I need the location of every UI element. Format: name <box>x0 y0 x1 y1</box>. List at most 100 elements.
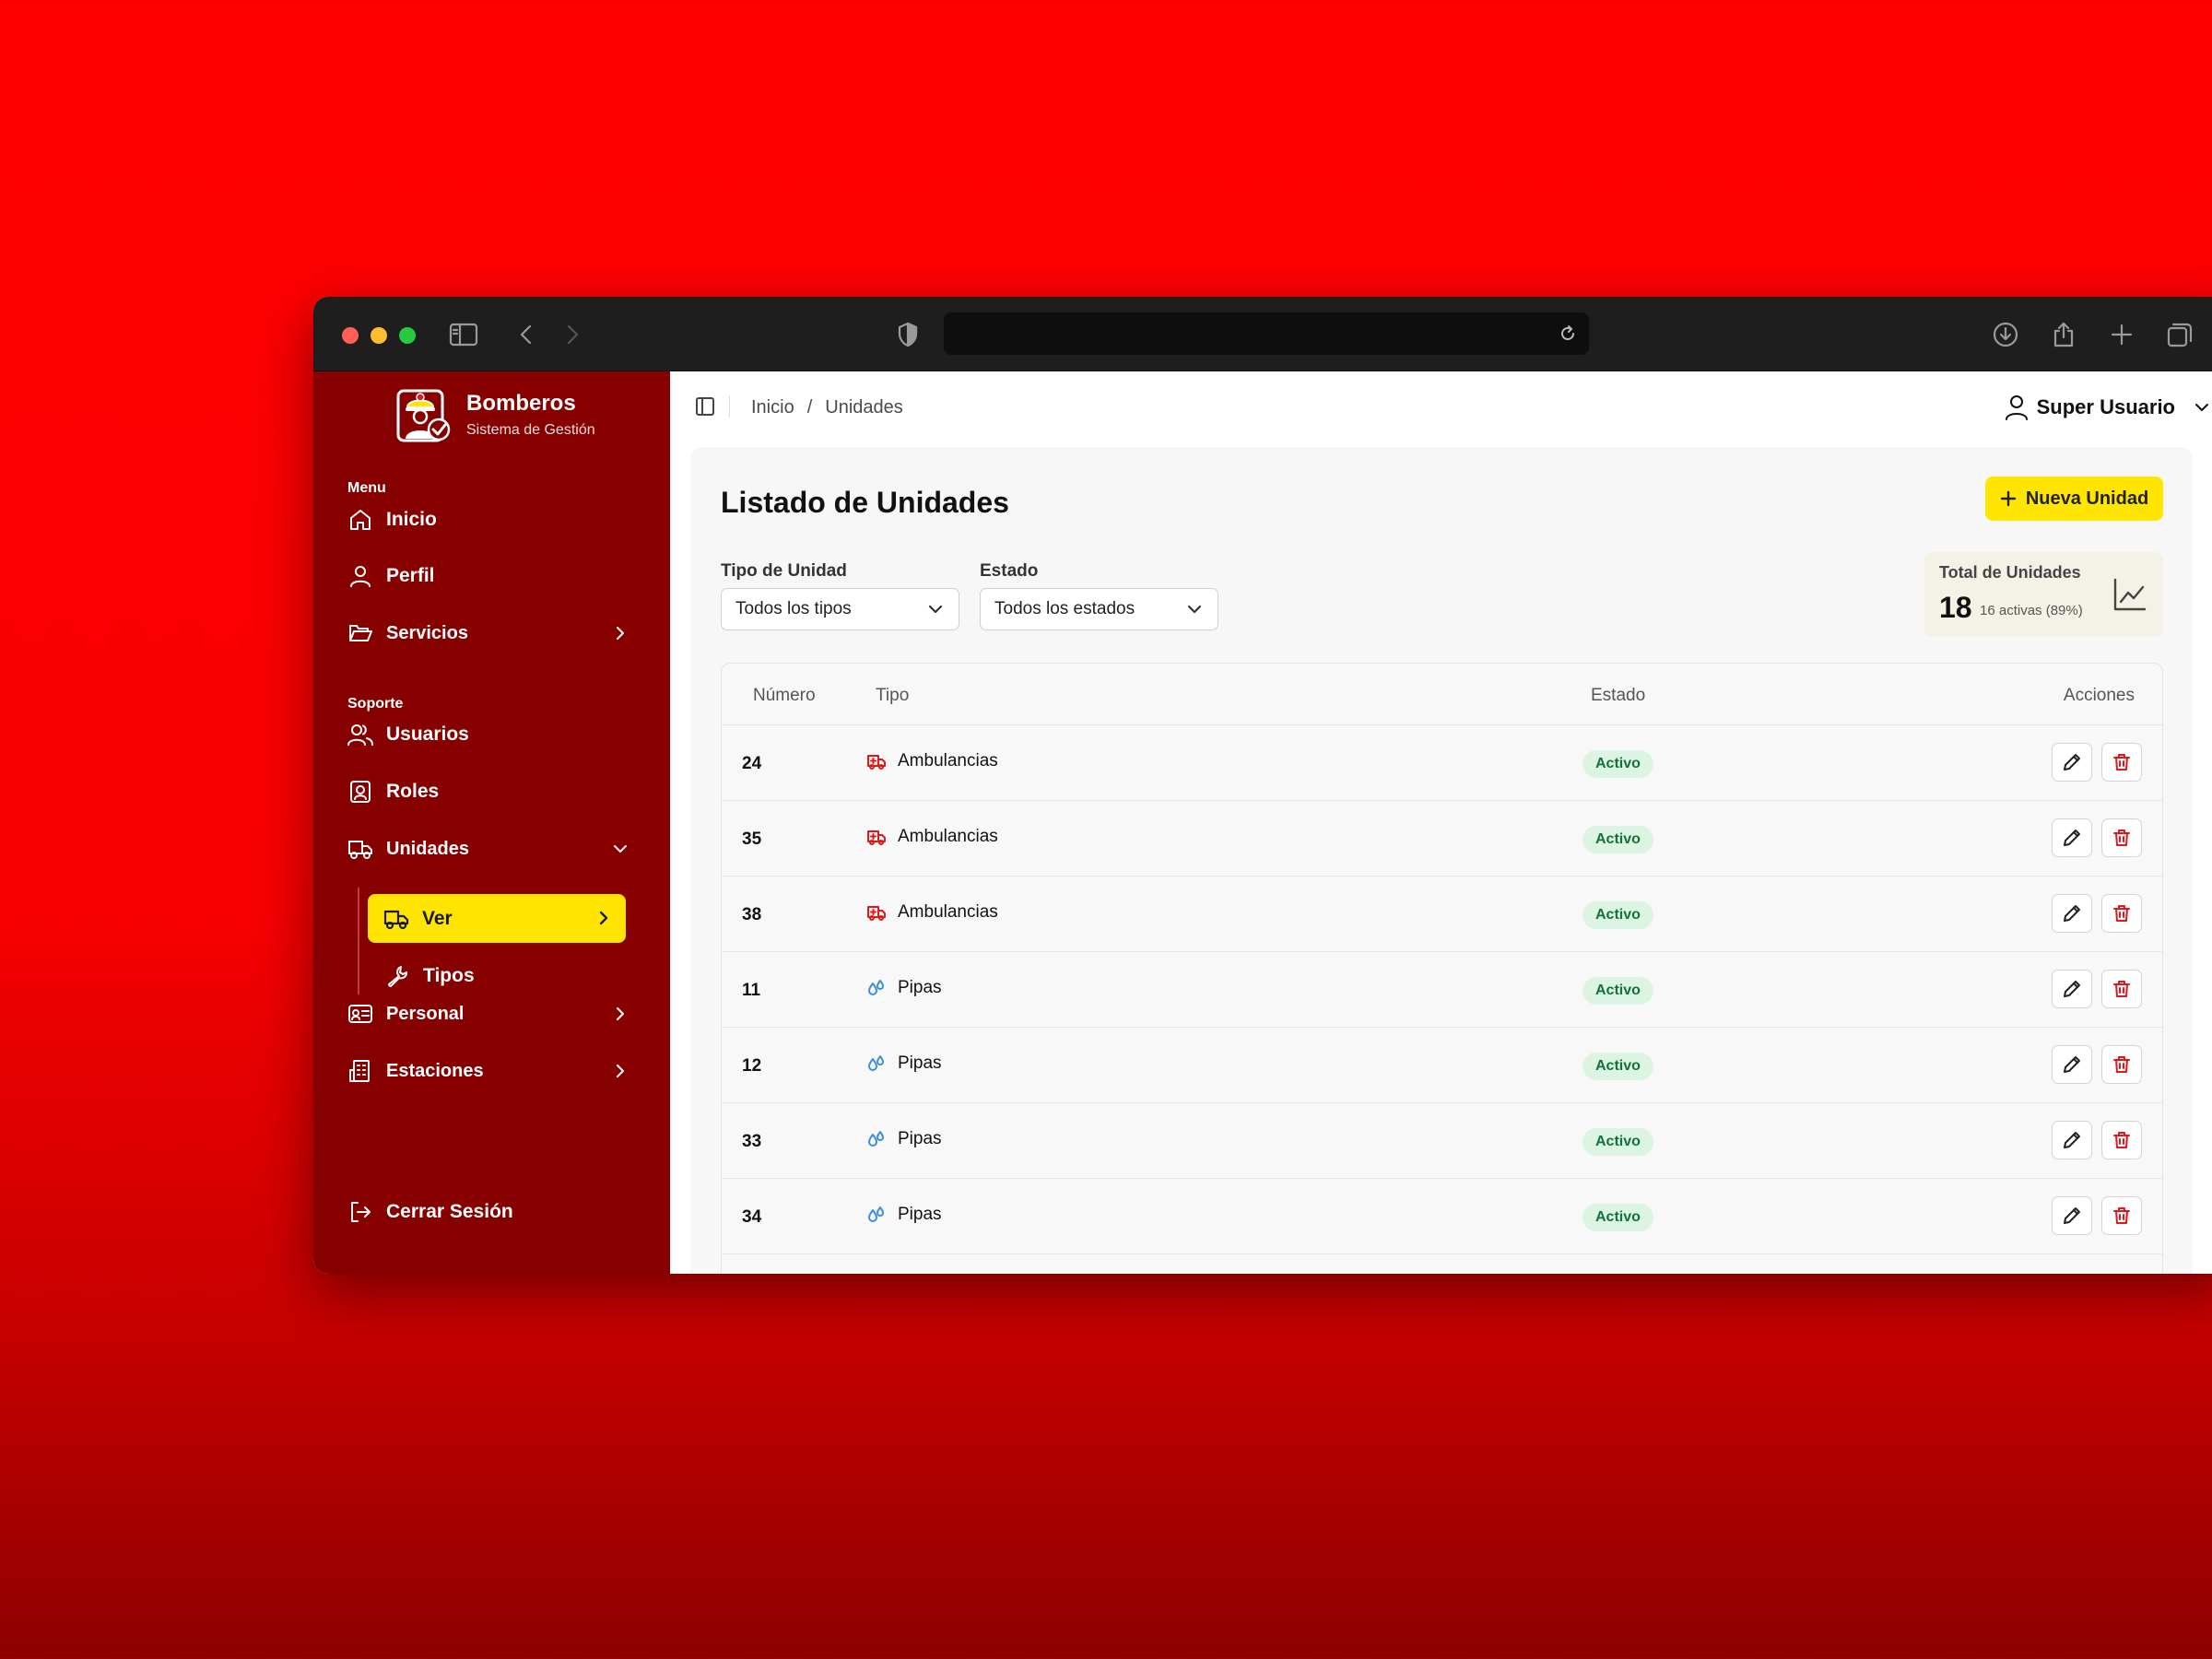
table-row: 12 Pipas Activo <box>722 1028 2162 1103</box>
table-row: 34 Pipas Activo <box>722 1179 2162 1254</box>
edit-button[interactable] <box>2052 743 2092 782</box>
unit-type-label: Ambulancias <box>898 751 998 771</box>
new-unit-label: Nueva Unidad <box>2025 488 2149 509</box>
new-tab-icon[interactable] <box>2104 317 2139 352</box>
delete-button[interactable] <box>2101 894 2142 933</box>
sidebar-item-label: Tipos <box>423 965 475 986</box>
sidebar: Bomberos Sistema de Gestión Menu Inicio … <box>313 371 670 1274</box>
delete-button[interactable] <box>2101 743 2142 782</box>
logout-icon <box>347 1199 373 1225</box>
sidebar-item-roles[interactable]: Roles <box>347 771 633 812</box>
truck-icon <box>347 836 373 862</box>
delete-button[interactable] <box>2101 970 2142 1008</box>
sidebar-item-perfil[interactable]: Perfil <box>347 556 633 596</box>
delete-button[interactable] <box>2101 1121 2142 1159</box>
sidebar-item-unidades[interactable]: Unidades <box>347 829 633 869</box>
user-menu[interactable]: Super Usuario <box>2004 394 2212 421</box>
edit-button[interactable] <box>2052 818 2092 857</box>
breadcrumb-separator: / <box>806 397 813 418</box>
status-badge: Activo <box>1583 750 1653 778</box>
droplets-icon <box>866 1129 887 1149</box>
unit-number: 38 <box>742 905 762 924</box>
edit-button[interactable] <box>2052 1196 2092 1235</box>
units-table: Número Tipo Estado Acciones 24 Ambulancia… <box>721 663 2163 1274</box>
shield-icon[interactable] <box>890 317 925 352</box>
breadcrumb: Inicio / Unidades <box>751 397 903 418</box>
edit-button[interactable] <box>2052 894 2092 933</box>
pencil-icon <box>2063 904 2081 923</box>
page-title: Listado de Unidades <box>721 486 1009 519</box>
sidebar-item-label: Unidades <box>386 838 470 859</box>
header-estado: Estado <box>1591 686 1646 705</box>
breadcrumb-home[interactable]: Inicio <box>751 397 794 418</box>
minimize-window-button[interactable] <box>371 327 387 344</box>
unit-type: Pipas <box>866 1129 942 1149</box>
maximize-window-button[interactable] <box>399 327 416 344</box>
pencil-icon <box>2063 1206 2081 1225</box>
sidebar-item-usuarios[interactable]: Usuarios <box>347 714 633 755</box>
chevron-right-icon <box>607 1001 633 1027</box>
user-icon <box>347 563 373 589</box>
unit-type: Ambulancias <box>866 827 998 847</box>
table-row: 33 Pipas Activo <box>722 1103 2162 1179</box>
type-filter-select[interactable]: Todos los tipos <box>721 588 959 630</box>
sidebar-item-tipos[interactable]: Tipos <box>384 956 569 996</box>
back-icon[interactable] <box>509 317 544 352</box>
table-row: 24 Ambulancias Activo <box>722 725 2162 801</box>
sidebar-item-label: Inicio <box>386 509 437 530</box>
edit-button[interactable] <box>2052 1045 2092 1084</box>
status-filter-value: Todos los estados <box>994 599 1135 618</box>
user-icon <box>2005 395 2028 420</box>
edit-button[interactable] <box>2052 1121 2092 1159</box>
header-tipo: Tipo <box>876 686 910 705</box>
delete-button[interactable] <box>2101 818 2142 857</box>
stat-label: Total de Unidades <box>1939 563 2081 582</box>
sidebar-item-ver[interactable]: Ver <box>368 894 626 943</box>
reload-icon[interactable] <box>1556 322 1580 346</box>
header-numero: Número <box>753 686 816 705</box>
truck-icon <box>383 906 409 932</box>
unit-type: Pipas <box>866 1053 942 1074</box>
browser-window: Bomberos Sistema de Gestión Menu Inicio … <box>313 297 2212 1274</box>
delete-button[interactable] <box>2101 1045 2142 1084</box>
trash-icon <box>2112 1131 2131 1149</box>
unit-type-label: Ambulancias <box>898 902 998 922</box>
sidebar-item-inicio[interactable]: Inicio <box>347 500 633 540</box>
top-bar: Inicio / Unidades Super Usuario <box>670 371 2212 442</box>
section-label-menu: Menu <box>347 480 386 496</box>
sidebar-item-estaciones[interactable]: Estaciones <box>347 1051 633 1091</box>
address-bar[interactable] <box>944 312 1589 355</box>
tab-overview-icon[interactable] <box>2162 317 2197 352</box>
sidebar-toggle-icon[interactable] <box>446 317 481 352</box>
section-label-soporte: Soporte <box>347 696 404 712</box>
total-units-card: Total de Unidades 18 16 activas (89%) <box>1924 552 2163 637</box>
droplets-icon <box>866 978 887 998</box>
status-filter-select[interactable]: Todos los estados <box>980 588 1218 630</box>
plus-icon <box>2000 490 2017 507</box>
sidebar-item-servicios[interactable]: Servicios <box>347 613 633 653</box>
building-icon <box>347 1058 373 1084</box>
panel-toggle-icon[interactable] <box>692 394 718 419</box>
delete-button[interactable] <box>2101 1196 2142 1235</box>
pencil-icon <box>2063 753 2081 771</box>
pencil-icon <box>2063 1131 2081 1149</box>
close-window-button[interactable] <box>342 327 359 344</box>
chevron-down-icon <box>607 836 633 862</box>
forward-icon[interactable] <box>555 317 590 352</box>
share-icon[interactable] <box>2046 317 2081 352</box>
unit-number: 33 <box>742 1132 762 1151</box>
trash-icon <box>2112 1206 2131 1225</box>
browser-titlebar <box>313 297 2212 371</box>
type-filter-label: Tipo de Unidad <box>721 561 847 581</box>
unit-number: 24 <box>742 754 762 773</box>
main-content: Inicio / Unidades Super Usuario Listado … <box>670 371 2212 1274</box>
edit-button[interactable] <box>2052 970 2092 1008</box>
logout-button[interactable]: Cerrar Sesión <box>347 1192 633 1232</box>
folder-open-icon <box>347 620 373 646</box>
firefighter-logo-icon <box>396 389 451 442</box>
brand[interactable]: Bomberos Sistema de Gestión <box>394 385 595 444</box>
download-icon[interactable] <box>1988 317 2023 352</box>
sidebar-item-personal[interactable]: Personal <box>347 994 633 1034</box>
new-unit-button[interactable]: Nueva Unidad <box>1985 477 2163 521</box>
user-name: Super Usuario <box>2036 395 2175 418</box>
